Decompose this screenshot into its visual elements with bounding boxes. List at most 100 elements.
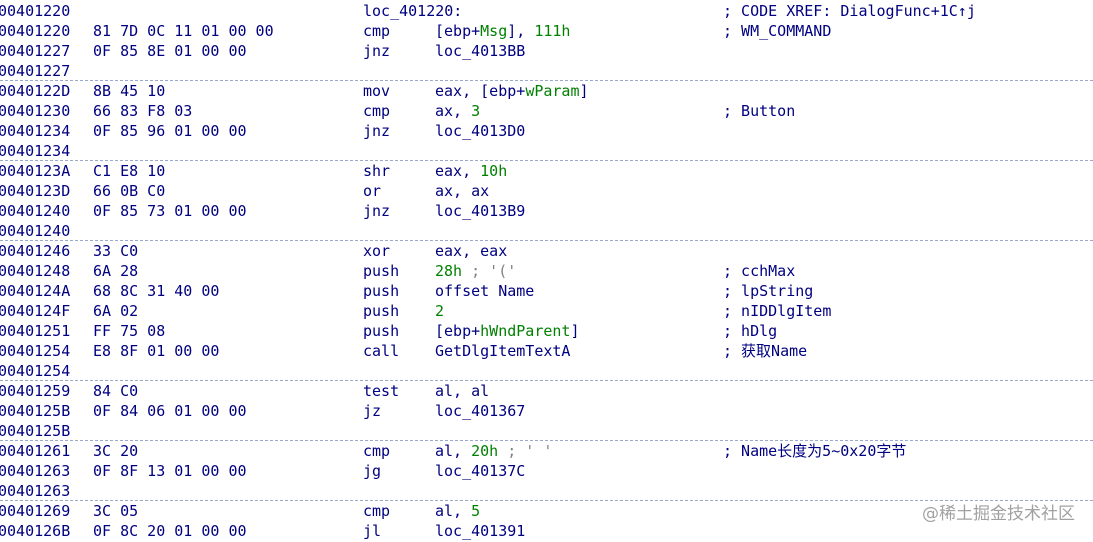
address: 00401220: [0, 22, 71, 40]
comment: ; hDlg: [723, 322, 778, 340]
operand-text: al, al: [435, 382, 490, 400]
opcode-bytes: 6A 02: [93, 302, 139, 320]
opcode-bytes: 0F 85 73 01 00 00: [93, 202, 247, 220]
mnemonic: jnz: [363, 42, 391, 60]
operands: eax, eax: [435, 241, 507, 261]
comment: ; WM_COMMAND: [723, 22, 832, 40]
address: 00401246: [0, 242, 71, 260]
address: 00401240: [0, 222, 71, 240]
mnemonic: cmp: [363, 502, 391, 520]
symbol-ref[interactable]: wParam: [525, 82, 579, 100]
comment: ; nIDDlgItem: [723, 302, 832, 320]
address: 0040123A: [0, 162, 71, 180]
operand-text: eax, [ebp+: [435, 82, 526, 100]
disasm-line[interactable]: 00401220 81 7D 0C 11 01 00 00 cmp [ebp+Msg]…: [0, 21, 1093, 41]
immediate-value: 2: [435, 302, 445, 320]
operands: [ebp+Msg], 111h: [435, 21, 570, 41]
operands: offset Name: [435, 281, 534, 301]
operand-text: ]: [570, 322, 580, 340]
mnemonic: push: [363, 282, 400, 300]
separator-line[interactable]: 00401234: [0, 141, 1093, 161]
operands: loc_4013BB: [435, 41, 525, 61]
watermark: @稀土掘金技术社区: [922, 504, 1075, 524]
opcode-bytes: 6A 28: [93, 262, 139, 280]
disasm-line[interactable]: 00401246 33 C0 xor eax, eax: [0, 241, 1093, 261]
separator-line[interactable]: 00401254: [0, 361, 1093, 381]
symbol-ref[interactable]: hWndParent: [480, 322, 570, 340]
opcode-bytes: C1 E8 10: [93, 162, 166, 180]
opcode-bytes: FF 75 08: [93, 322, 166, 340]
code-label[interactable]: loc_401220:: [363, 1, 462, 21]
operand-text: loc_4013B9: [435, 202, 526, 220]
disasm-line[interactable]: 0040125B 0F 84 06 01 00 00 jz loc_401367: [0, 401, 1093, 421]
disasm-line[interactable]: 00401240 0F 85 73 01 00 00 jnz loc_4013B9: [0, 201, 1093, 221]
disasm-line[interactable]: 00401259 84 C0 test al, al: [0, 381, 1093, 401]
address: 00401259: [0, 382, 71, 400]
address: 00401254: [0, 362, 71, 380]
address: 00401269: [0, 502, 71, 520]
separator-line[interactable]: 00401263: [0, 481, 1093, 501]
disasm-line[interactable]: 00401261 3C 20 cmp al, 20h ; ' ' ; Name长度为5~…: [0, 441, 1093, 461]
disasm-line[interactable]: 00401263 0F 8F 13 01 00 00 jg loc_40137C: [0, 461, 1093, 481]
disasm-line[interactable]: 0040124F 6A 02 push 2 ; nIDDlgItem: [0, 301, 1093, 321]
comment: ; CODE XREF: DialogFunc+1C↑j: [723, 2, 976, 20]
disasm-line[interactable]: 00401248 6A 28 push 28h ; '(' ; cchMax: [0, 261, 1093, 281]
symbol-ref[interactable]: Msg: [480, 22, 507, 40]
disasm-line[interactable]: 0040123D 66 0B C0 or ax, ax: [0, 181, 1093, 201]
address: 00401251: [0, 322, 71, 340]
operands: al, al: [435, 381, 489, 401]
disasm-line[interactable]: 00401220 loc_401220: ; CODE XREF: DialogFu…: [0, 1, 1093, 21]
disasm-line[interactable]: 0040126B 0F 8C 20 01 00 00 jl loc_401391: [0, 521, 1093, 541]
mnemonic: jnz: [363, 122, 391, 140]
disasm-line[interactable]: 00401254 E8 8F 01 00 00 call GetDlgItemText…: [0, 341, 1093, 361]
separator-line[interactable]: 00401227: [0, 61, 1093, 81]
operand-text: eax,: [435, 162, 481, 180]
operand-text: loc_40137C: [435, 462, 526, 480]
address: 00401227: [0, 62, 71, 80]
operands: loc_401391: [435, 521, 525, 541]
disasm-line[interactable]: 00401230 66 83 F8 03 cmp ax, 3 ; Button: [0, 101, 1093, 121]
immediate-value: 28h: [435, 262, 463, 280]
char-comment: ; '(': [462, 262, 517, 280]
disasm-line[interactable]: 0040124A 68 8C 31 40 00 push offset Name ; l…: [0, 281, 1093, 301]
mnemonic: cmp: [363, 102, 391, 120]
address: 00401234: [0, 142, 71, 160]
address: 00401261: [0, 442, 71, 460]
disassembly-listing[interactable]: 00401220 loc_401220: ; CODE XREF: DialogFu…: [0, 0, 1093, 542]
operands: ax, 3: [435, 101, 480, 121]
opcode-bytes: 0F 84 06 01 00 00: [93, 402, 247, 420]
operand-text: offset Name: [435, 282, 535, 300]
address: 00401227: [0, 42, 71, 60]
opcode-bytes: 0F 8C 20 01 00 00: [93, 522, 247, 540]
address: 00401263: [0, 482, 71, 500]
separator-line[interactable]: 0040125B: [0, 421, 1093, 441]
opcode-bytes: 3C 05: [93, 502, 139, 520]
disasm-line[interactable]: 00401227 0F 85 8E 01 00 00 jnz loc_4013BB: [0, 41, 1093, 61]
operand-text: loc_4013BB: [435, 42, 526, 60]
operands: 2: [435, 301, 444, 321]
immediate-value: 10h: [480, 162, 508, 180]
operands: al, 5: [435, 501, 480, 521]
mnemonic: push: [363, 322, 400, 340]
mnemonic: call: [363, 342, 400, 360]
char-comment: ; ' ': [498, 442, 553, 460]
opcode-bytes: 0F 8F 13 01 00 00: [93, 462, 247, 480]
mnemonic: shr: [363, 162, 391, 180]
mnemonic: jl: [363, 522, 382, 540]
address: 0040125B: [0, 402, 71, 420]
mnemonic: cmp: [363, 22, 391, 40]
address: 0040123D: [0, 182, 71, 200]
disasm-line[interactable]: 00401251 FF 75 08 push [ebp+hWndParent] ; hD…: [0, 321, 1093, 341]
separator-line[interactable]: 00401240: [0, 221, 1093, 241]
disasm-line[interactable]: 0040122D 8B 45 10 mov eax, [ebp+wParam]: [0, 81, 1093, 101]
mnemonic: jnz: [363, 202, 391, 220]
operands: loc_4013B9: [435, 201, 525, 221]
disasm-line[interactable]: 0040123A C1 E8 10 shr eax, 10h: [0, 161, 1093, 181]
operand-text: GetDlgItemTextA: [435, 342, 571, 360]
operands: eax, 10h: [435, 161, 507, 181]
comment: ; Name长度为5~0x20字节: [723, 442, 907, 460]
mnemonic: mov: [363, 82, 391, 100]
disasm-line[interactable]: 00401234 0F 85 96 01 00 00 jnz loc_4013D0: [0, 121, 1093, 141]
operands: [ebp+hWndParent]: [435, 321, 580, 341]
mnemonic: jg: [363, 462, 382, 480]
